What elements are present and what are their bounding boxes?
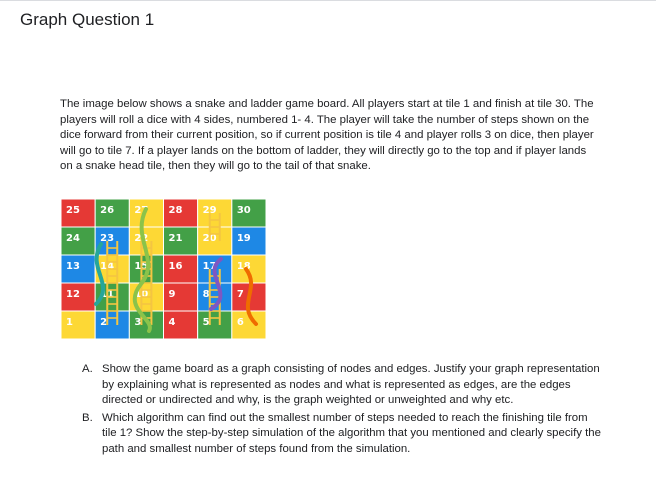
question-b-text: Which algorithm can find out the smalles… xyxy=(102,411,601,455)
tile-number: 25 xyxy=(66,205,80,216)
tile-number: 13 xyxy=(66,261,80,272)
tile-number: 8 xyxy=(203,289,210,300)
question-a: A. Show the game board as a graph consis… xyxy=(82,362,602,409)
page-title: Graph Question 1 xyxy=(20,10,155,29)
tile-number: 12 xyxy=(66,289,80,300)
tile-number: 21 xyxy=(169,233,183,244)
tile-number: 24 xyxy=(66,233,80,244)
tile-number: 30 xyxy=(237,205,251,216)
question-list: A. Show the game board as a graph consis… xyxy=(82,362,602,460)
intro-paragraph: The image below shows a snake and ladder… xyxy=(60,98,594,173)
tile-number: 7 xyxy=(237,289,244,300)
tile-number: 28 xyxy=(169,205,183,216)
tile-number: 16 xyxy=(169,261,183,272)
question-b: B. Which algorithm can find out the smal… xyxy=(82,411,602,458)
question-a-text: Show the game board as a graph consistin… xyxy=(102,363,600,407)
tile-number: 1 xyxy=(66,317,73,328)
tile-number: 3 xyxy=(134,317,141,328)
tile-number: 6 xyxy=(237,317,244,328)
tile-number: 26 xyxy=(100,205,114,216)
tile-number: 9 xyxy=(169,289,176,300)
board-image: 2526272829302423222120191314151617181211… xyxy=(61,199,266,339)
tile-number: 5 xyxy=(203,317,210,328)
question-b-marker: B. xyxy=(82,411,93,424)
tile-number: 4 xyxy=(169,317,176,328)
question-a-marker: A. xyxy=(82,363,93,375)
tile-number: 2 xyxy=(100,317,107,328)
top-divider xyxy=(0,0,656,1)
snake-ladder-board: 2526272829302423222120191314151617181211… xyxy=(61,199,266,339)
tile-number: 19 xyxy=(237,233,251,244)
